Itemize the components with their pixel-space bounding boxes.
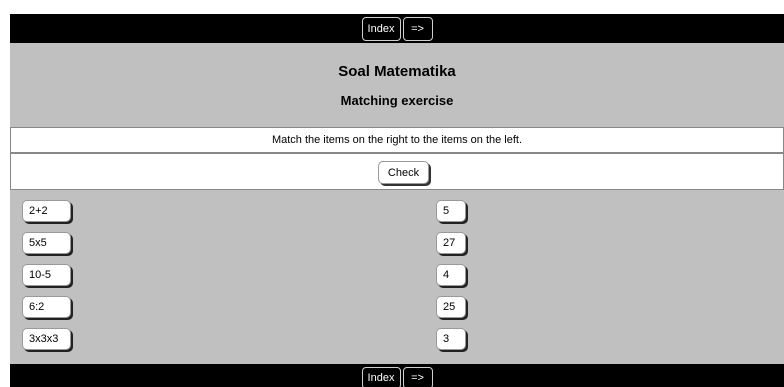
exercise-frame: Index => Soal Matematika Matching exerci… bbox=[10, 14, 784, 387]
left-item-3[interactable]: 10-5 bbox=[22, 264, 71, 286]
bottom-navbar: Index => bbox=[10, 364, 784, 387]
right-item-5[interactable]: 3 bbox=[436, 328, 466, 350]
index-button[interactable]: Index bbox=[361, 16, 401, 41]
exercise-subtitle: Matching exercise bbox=[340, 93, 454, 108]
left-item-2[interactable]: 5x5 bbox=[22, 232, 71, 254]
left-item-5[interactable]: 3x3x3 bbox=[22, 328, 71, 350]
check-button[interactable]: Check bbox=[378, 161, 429, 184]
check-area: Check bbox=[10, 153, 784, 190]
right-item-4[interactable]: 25 bbox=[436, 296, 466, 318]
next-button[interactable]: => bbox=[402, 16, 433, 41]
next-button-bottom[interactable]: => bbox=[402, 366, 433, 387]
right-item-1[interactable]: 5 bbox=[436, 200, 466, 222]
left-item-1[interactable]: 2+2 bbox=[22, 200, 71, 222]
right-item-2[interactable]: 27 bbox=[436, 232, 466, 254]
instructions-text: Match the items on the right to the item… bbox=[10, 127, 784, 153]
right-item-3[interactable]: 4 bbox=[436, 264, 466, 286]
title-block: Soal Matematika Matching exercise bbox=[10, 43, 784, 126]
index-button-bottom[interactable]: Index bbox=[361, 366, 401, 387]
page-title: Soal Matematika bbox=[338, 63, 456, 80]
left-item-4[interactable]: 6:2 bbox=[22, 296, 71, 318]
top-navbar: Index => bbox=[10, 14, 784, 43]
